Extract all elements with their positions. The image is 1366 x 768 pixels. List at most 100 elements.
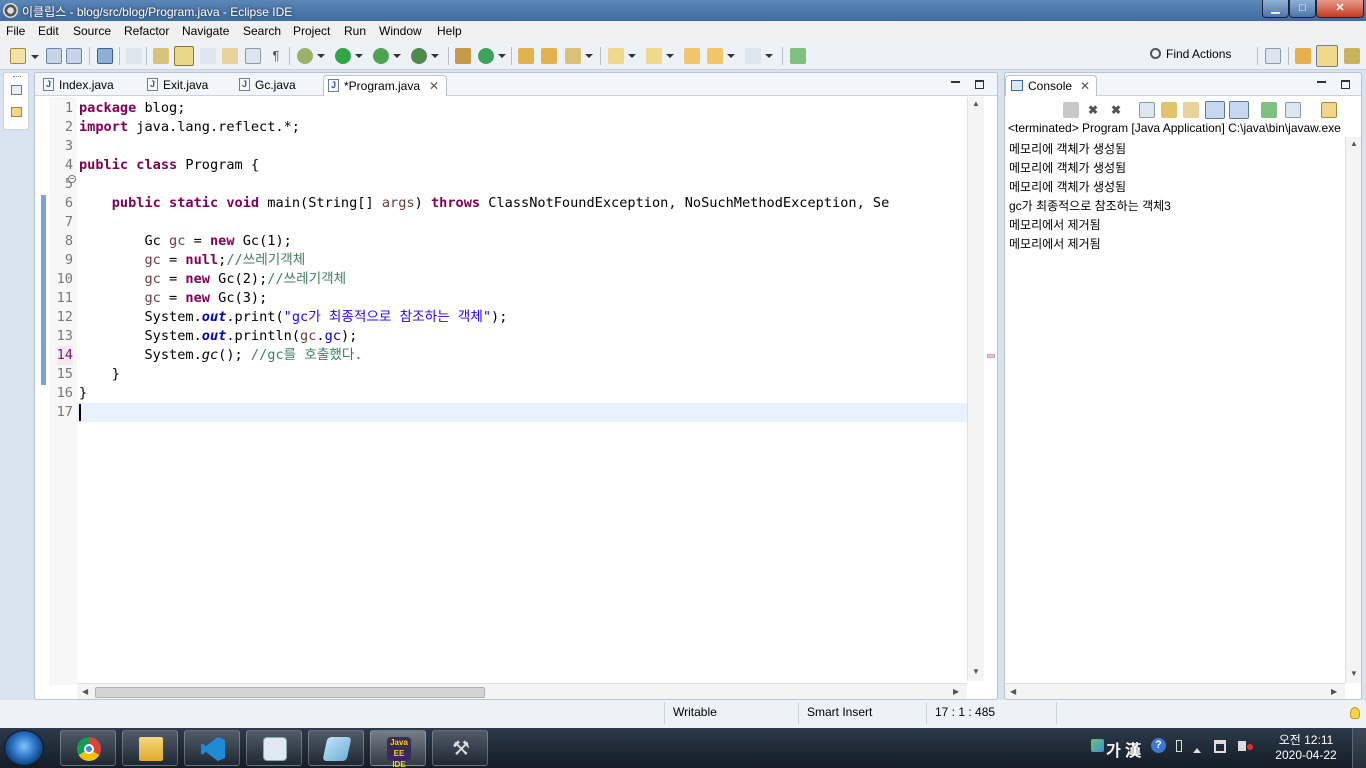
taskbar-eclipse[interactable]: Java EE IDE: [370, 730, 426, 768]
scroll-down-icon[interactable]: ▼: [972, 667, 980, 676]
menu-file[interactable]: File: [6, 24, 25, 38]
taskbar-notepad[interactable]: [308, 730, 364, 766]
word-wrap-console-icon[interactable]: [1183, 102, 1199, 118]
new-class-icon[interactable]: [478, 48, 506, 64]
java-perspective-icon[interactable]: [1316, 45, 1338, 67]
forward-icon[interactable]: [745, 48, 773, 64]
show-desktop-button[interactable]: [1352, 728, 1366, 768]
new-icon[interactable]: [10, 48, 39, 64]
menu-help[interactable]: Help: [437, 24, 462, 38]
console-horizontal-scrollbar[interactable]: ◀ ▶: [1005, 683, 1345, 699]
minimize-button[interactable]: ▁: [1262, 0, 1289, 18]
pin-editor-icon[interactable]: [790, 48, 806, 64]
code-area[interactable]: package blog; import java.lang.reflect.*…: [79, 99, 967, 683]
tab-index-java[interactable]: J Index.java: [39, 75, 114, 96]
remove-launch-icon[interactable]: ✖: [1085, 102, 1101, 118]
open-console-icon[interactable]: [1321, 102, 1337, 118]
fold-toggle-icon[interactable]: −: [68, 175, 76, 183]
close-window-button[interactable]: ✕: [1316, 0, 1364, 18]
scroll-left-icon[interactable]: ◀: [82, 687, 88, 696]
open-type-icon[interactable]: [153, 48, 169, 64]
run-icon[interactable]: [335, 48, 363, 64]
menu-edit[interactable]: Edit: [38, 24, 59, 38]
open-resource-icon[interactable]: [541, 48, 557, 64]
menu-search[interactable]: Search: [243, 24, 281, 38]
maximize-editor-icon[interactable]: [975, 80, 984, 89]
new-package-icon[interactable]: [455, 48, 471, 64]
skip-breakpoints-icon[interactable]: [126, 48, 142, 64]
taskbar-chrome[interactable]: [60, 730, 116, 766]
terminal-icon[interactable]: [97, 48, 113, 64]
tab-gc-java[interactable]: J Gc.java: [235, 75, 296, 96]
minimize-console-icon[interactable]: [1317, 81, 1326, 83]
word-wrap-icon[interactable]: [222, 48, 238, 64]
editor-horizontal-scrollbar[interactable]: ◀ ▶: [77, 683, 967, 699]
scroll-left-icon[interactable]: ◀: [1010, 687, 1016, 696]
minimize-editor-icon[interactable]: [951, 81, 960, 83]
close-console-icon[interactable]: ✕: [1080, 76, 1090, 96]
back-icon[interactable]: [707, 48, 735, 64]
pin-console-icon[interactable]: [1261, 102, 1277, 118]
remove-all-launches-icon[interactable]: ✖: [1108, 102, 1124, 118]
last-edit-icon[interactable]: [684, 48, 700, 64]
ime-indicator[interactable]: 가 漢: [1106, 737, 1141, 761]
show-whitespace-icon[interactable]: [245, 48, 261, 64]
tab-console[interactable]: Console ✕: [1005, 75, 1098, 96]
scroll-up-icon[interactable]: ▲: [1350, 139, 1358, 148]
scroll-up-icon[interactable]: ▲: [972, 99, 980, 108]
menu-navigate[interactable]: Navigate: [182, 24, 229, 38]
maximize-button[interactable]: □: [1289, 0, 1316, 18]
console-output[interactable]: 메모리에 객체가 생성됨 메모리에 객체가 생성됨 메모리에 객체가 생성됨 g…: [1009, 140, 1344, 254]
display-selected-console-icon[interactable]: [1285, 102, 1301, 118]
external-tools-icon[interactable]: [411, 48, 439, 64]
package-explorer-icon[interactable]: [11, 107, 22, 117]
volume-icon[interactable]: [1238, 741, 1246, 751]
debug-perspective-icon[interactable]: [1344, 48, 1360, 64]
scroll-lock-icon[interactable]: [1161, 102, 1177, 118]
show-stderr-icon[interactable]: [1229, 101, 1249, 119]
overview-ruler[interactable]: [985, 97, 997, 681]
scroll-right-icon[interactable]: ▶: [1331, 687, 1337, 696]
menu-project[interactable]: Project: [293, 24, 330, 38]
clear-console-icon[interactable]: [1139, 102, 1155, 118]
change-marker[interactable]: [987, 354, 995, 358]
previous-annotation-icon[interactable]: [646, 48, 674, 64]
java-ee-perspective-icon[interactable]: [1295, 48, 1311, 64]
terminate-icon[interactable]: [1063, 102, 1079, 118]
debug-icon[interactable]: [297, 48, 325, 64]
menu-refactor[interactable]: Refactor: [124, 24, 169, 38]
language-bar-icon[interactable]: [1091, 739, 1104, 752]
pilcrow-icon[interactable]: ¶: [268, 48, 284, 64]
lightbulb-icon[interactable]: [1350, 707, 1360, 719]
open-perspective-icon[interactable]: [1265, 48, 1281, 64]
scroll-down-icon[interactable]: ▼: [1350, 669, 1358, 678]
restore-icon[interactable]: [11, 85, 22, 95]
next-annotation-icon[interactable]: [608, 48, 636, 64]
taskbar-explorer[interactable]: [122, 730, 178, 766]
scroll-thumb[interactable]: [95, 687, 485, 698]
scroll-right-icon[interactable]: ▶: [953, 687, 959, 696]
taskbar-media[interactable]: [246, 730, 302, 766]
system-clock[interactable]: 오전 12:11 2020-04-22: [1270, 733, 1342, 763]
taskbar-tools[interactable]: ⚒: [432, 730, 488, 766]
search-tool-icon[interactable]: [565, 48, 593, 64]
pen-icon[interactable]: [1176, 740, 1182, 752]
menu-run[interactable]: Run: [344, 24, 366, 38]
status-insert-mode[interactable]: Smart Insert: [807, 705, 872, 719]
trim-handle[interactable]: [13, 76, 21, 77]
tab-program-java[interactable]: J *Program.java ✕: [323, 75, 448, 96]
taskbar-vscode[interactable]: [184, 730, 240, 766]
tab-exit-java[interactable]: J Exit.java: [143, 75, 208, 96]
save-all-icon[interactable]: [66, 48, 82, 64]
help-icon[interactable]: ?: [1151, 738, 1166, 753]
start-button[interactable]: [4, 730, 44, 766]
save-icon[interactable]: [46, 48, 62, 64]
find-actions-button[interactable]: Find Actions: [1150, 47, 1231, 61]
close-tab-icon[interactable]: ✕: [429, 76, 439, 96]
show-hidden-icons-icon[interactable]: [1193, 744, 1201, 753]
coverage-icon[interactable]: [373, 48, 401, 64]
mark-occurrences-icon[interactable]: [174, 46, 194, 66]
open-folder-icon[interactable]: [518, 48, 534, 64]
block-selection-icon[interactable]: [200, 48, 216, 64]
editor-vertical-scrollbar[interactable]: ▲ ▼: [967, 97, 984, 681]
